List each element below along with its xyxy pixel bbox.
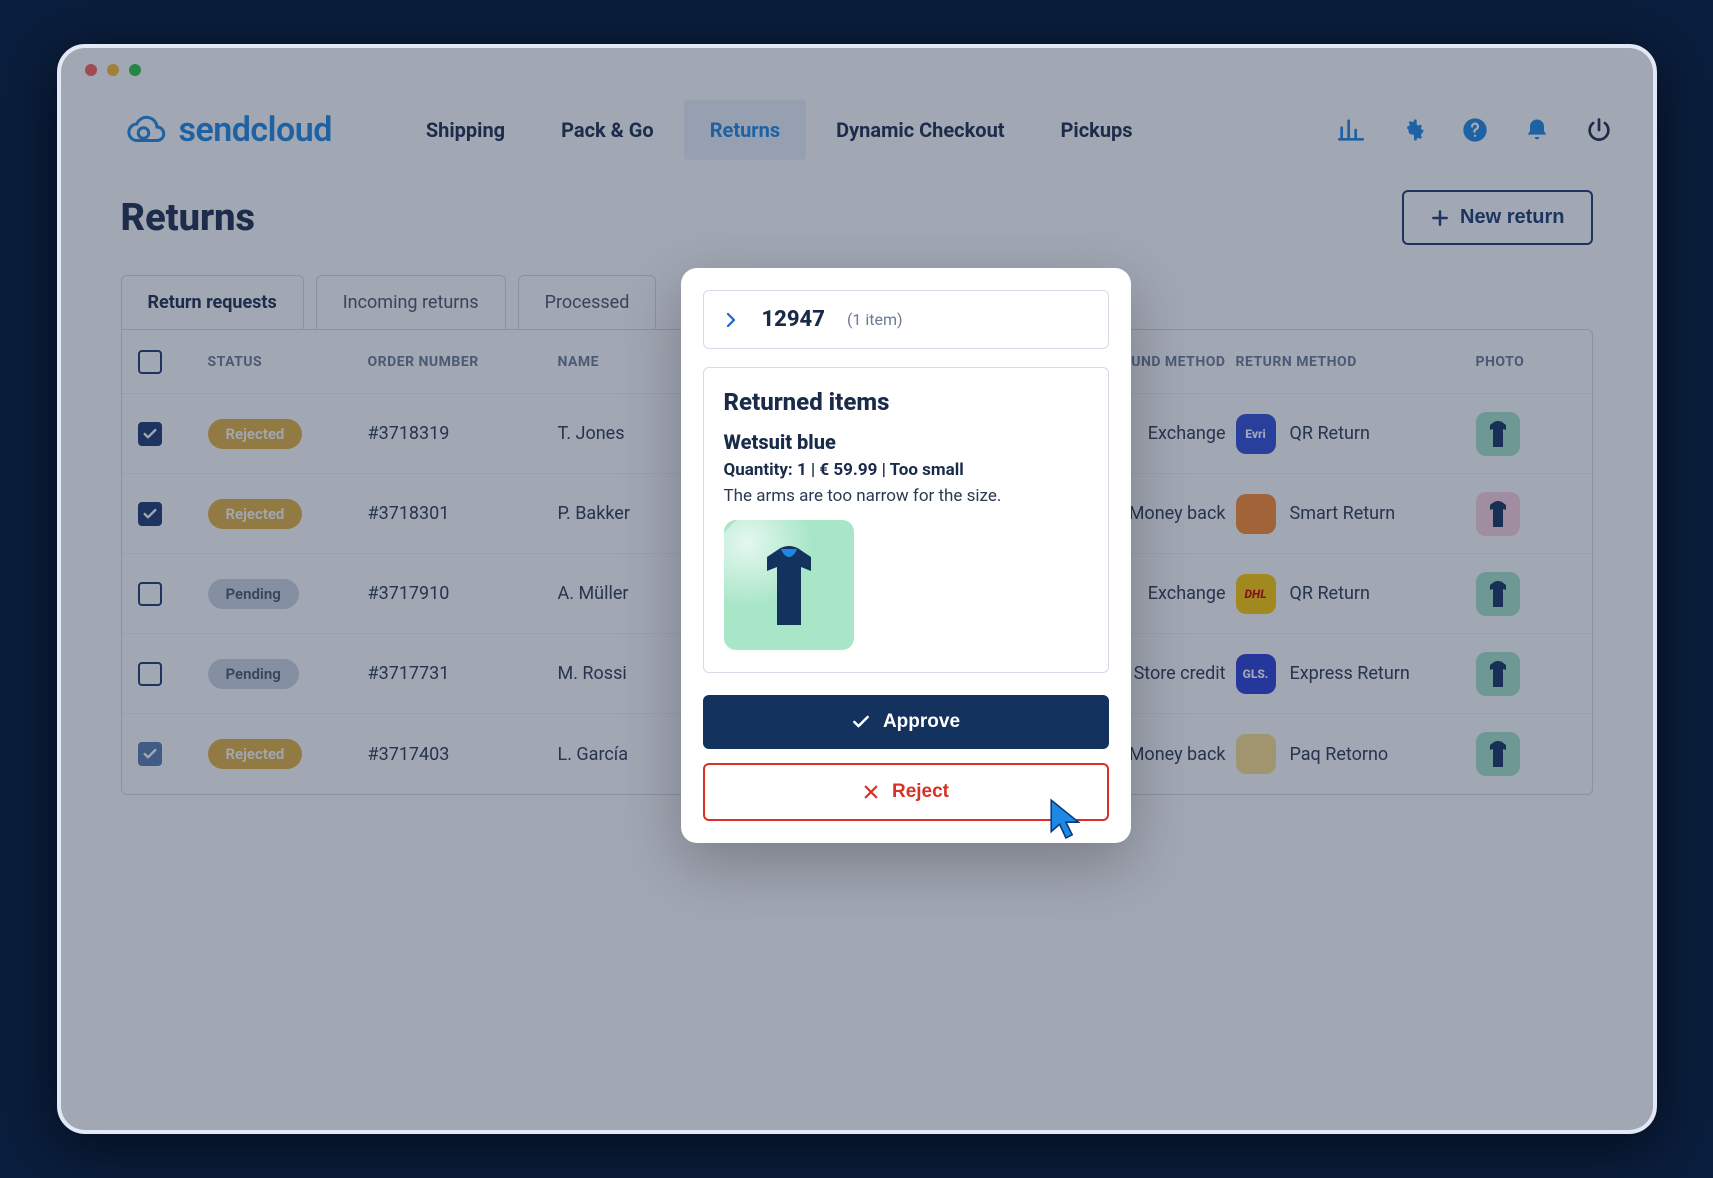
brand-logo[interactable]: sendcloud xyxy=(121,110,332,150)
window-close-dot[interactable] xyxy=(85,64,97,76)
return-method-cell: DHL QR Return xyxy=(1236,574,1476,614)
chevron-right-icon xyxy=(722,311,740,329)
help-icon[interactable] xyxy=(1461,116,1489,144)
nav-shipping[interactable]: Shipping xyxy=(400,100,531,160)
modal-item-count: (1 item) xyxy=(847,310,903,329)
wetsuit-icon xyxy=(753,540,825,630)
row-checkbox[interactable] xyxy=(138,662,162,686)
return-method-label: Smart Return xyxy=(1290,503,1396,524)
window-titlebar xyxy=(61,48,1653,84)
order-expand-row[interactable]: 12947 (1 item) xyxy=(703,290,1109,349)
order-number: #3717403 xyxy=(368,744,558,765)
approve-button[interactable]: Approve xyxy=(703,695,1109,749)
close-icon xyxy=(862,783,880,801)
photo-thumbnail[interactable] xyxy=(1476,732,1520,776)
return-method-label: QR Return xyxy=(1290,423,1370,444)
nav-dynamic-checkout[interactable]: Dynamic Checkout xyxy=(810,100,1030,160)
plus-icon xyxy=(1430,208,1450,228)
return-method-label: Express Return xyxy=(1290,663,1410,684)
row-checkbox[interactable] xyxy=(138,582,162,606)
carrier-logo xyxy=(1236,734,1276,774)
row-checkbox[interactable] xyxy=(138,502,162,526)
return-method-label: Paq Retorno xyxy=(1290,744,1389,765)
carrier-logo xyxy=(1236,494,1276,534)
status-badge: Rejected xyxy=(208,499,303,529)
main-nav: ShippingPack & GoReturnsDynamic Checkout… xyxy=(400,100,1159,160)
bell-icon[interactable] xyxy=(1523,116,1551,144)
product-note: The arms are too narrow for the size. xyxy=(724,486,1088,506)
new-return-button[interactable]: New return xyxy=(1402,190,1592,245)
select-all-checkbox[interactable] xyxy=(138,350,162,374)
nav-returns[interactable]: Returns xyxy=(684,100,806,160)
nav-pickups[interactable]: Pickups xyxy=(1035,100,1159,160)
reject-label: Reject xyxy=(892,781,949,803)
row-checkbox[interactable] xyxy=(138,742,162,766)
photo-thumbnail[interactable] xyxy=(1476,412,1520,456)
product-thumbnail xyxy=(724,520,854,650)
modal-order-number: 12947 xyxy=(762,307,825,332)
col-photo: PHOTO xyxy=(1476,354,1576,370)
app-window: sendcloud ShippingPack & GoReturnsDynami… xyxy=(57,44,1657,1134)
order-number: #3718319 xyxy=(368,423,558,444)
status-badge: Rejected xyxy=(208,739,303,769)
return-detail-modal: 12947 (1 item) Returned items Wetsuit bl… xyxy=(681,268,1131,843)
window-minimize-dot[interactable] xyxy=(107,64,119,76)
photo-thumbnail[interactable] xyxy=(1476,652,1520,696)
photo-thumbnail[interactable] xyxy=(1476,572,1520,616)
row-checkbox[interactable] xyxy=(138,422,162,446)
power-icon[interactable] xyxy=(1585,116,1613,144)
app-header: sendcloud ShippingPack & GoReturnsDynami… xyxy=(61,84,1653,180)
product-meta: Quantity: 1 | € 59.99 | Too small xyxy=(724,460,1088,480)
brand-name: sendcloud xyxy=(179,110,332,150)
return-method-cell: Smart Return xyxy=(1236,494,1476,534)
order-number: #3718301 xyxy=(368,503,558,524)
return-method-cell: GLS. Express Return xyxy=(1236,654,1476,694)
return-method-cell: Evri QR Return xyxy=(1236,414,1476,454)
product-name: Wetsuit blue xyxy=(724,430,1088,454)
col-return-method: RETURN METHOD xyxy=(1236,354,1476,370)
order-number: #3717910 xyxy=(368,583,558,604)
status-badge: Pending xyxy=(208,579,299,609)
carrier-logo: DHL xyxy=(1236,574,1276,614)
page-title: Returns xyxy=(121,196,256,240)
status-badge: Pending xyxy=(208,659,299,689)
cloud-icon xyxy=(121,110,169,150)
return-method-cell: Paq Retorno xyxy=(1236,734,1476,774)
approve-label: Approve xyxy=(883,711,960,733)
carrier-logo: Evri xyxy=(1236,414,1276,454)
return-method-label: QR Return xyxy=(1290,583,1370,604)
returned-items-title: Returned items xyxy=(724,388,1088,416)
tab-return-requests[interactable]: Return requests xyxy=(121,275,304,329)
status-badge: Rejected xyxy=(208,419,303,449)
tab-incoming-returns[interactable]: Incoming returns xyxy=(316,275,506,329)
new-return-label: New return xyxy=(1460,206,1564,229)
nav-pack-go[interactable]: Pack & Go xyxy=(535,100,680,160)
carrier-logo: GLS. xyxy=(1236,654,1276,694)
col-order-number: ORDER NUMBER xyxy=(368,354,558,370)
returned-items-box: Returned items Wetsuit blue Quantity: 1 … xyxy=(703,367,1109,673)
analytics-icon[interactable] xyxy=(1337,116,1365,144)
order-number: #3717731 xyxy=(368,663,558,684)
window-maximize-dot[interactable] xyxy=(129,64,141,76)
tab-processed[interactable]: Processed xyxy=(518,275,657,329)
col-status: STATUS xyxy=(208,354,368,370)
gear-icon[interactable] xyxy=(1399,116,1427,144)
check-icon xyxy=(851,712,871,732)
header-actions xyxy=(1337,116,1613,144)
reject-button[interactable]: Reject xyxy=(703,763,1109,821)
photo-thumbnail[interactable] xyxy=(1476,492,1520,536)
